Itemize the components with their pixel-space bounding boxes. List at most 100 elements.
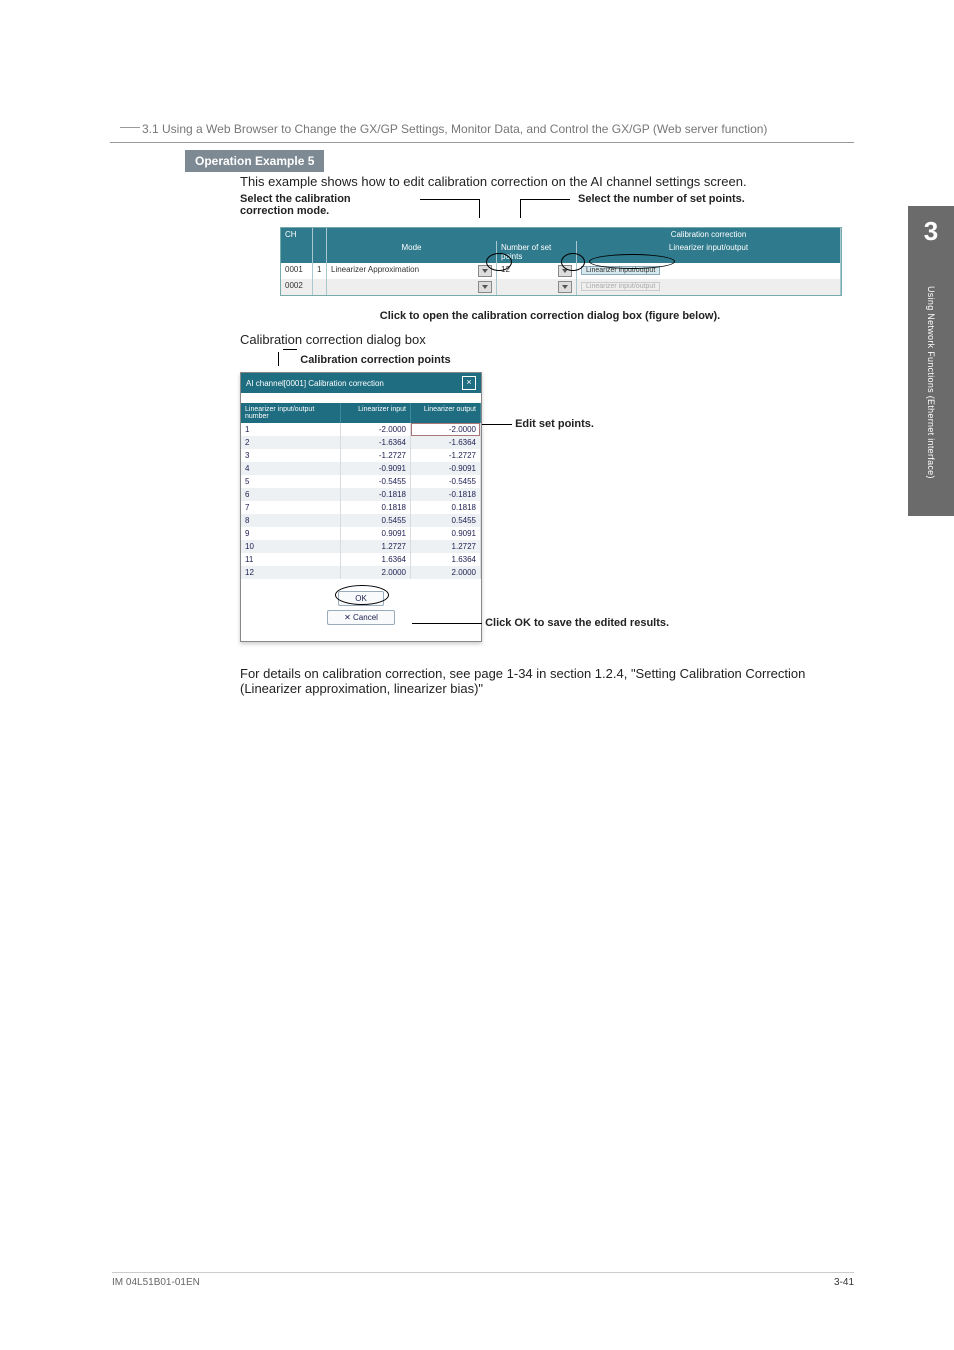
ok-button[interactable]: OK (338, 591, 384, 606)
dialog-row[interactable]: 6-0.1818-0.1818 (241, 488, 481, 501)
grid-cell-setpoints[interactable]: 12 (497, 263, 577, 279)
chapter-side-label: Using Network Functions (Ethernet interf… (926, 257, 936, 507)
dialog-row[interactable]: 5-0.5455-0.5455 (241, 475, 481, 488)
callout-calibration-mode-line1: Select the calibration (240, 193, 351, 205)
dialog-cell-input[interactable]: -0.5455 (341, 475, 411, 488)
callout-lead-line (520, 199, 570, 200)
intro-text: This example shows how to edit calibrati… (240, 174, 860, 189)
dropdown-icon[interactable] (478, 265, 492, 277)
dialog-cell-input[interactable]: 1.2727 (341, 540, 411, 553)
callout-click-ok-text: Click OK to save the edited results. (485, 617, 669, 629)
dialog-cell-number: 7 (241, 501, 341, 514)
dialog-cell-number: 4 (241, 462, 341, 475)
callout-click-ok: Click OK to save the edited results. (412, 617, 732, 629)
cancel-button[interactable]: ✕ Cancel (327, 610, 395, 625)
dialog-row[interactable]: 4-0.9091-0.9091 (241, 462, 481, 475)
dialog-caption: Calibration correction dialog box (240, 332, 860, 347)
dialog-cell-input[interactable]: 0.9091 (341, 527, 411, 540)
dialog-cell-output[interactable]: -0.5455 (411, 475, 481, 488)
cancel-button-label: Cancel (353, 613, 378, 622)
section-link[interactable]: 3.1 Using a Web Browser to Change the GX… (110, 122, 767, 136)
dialog-cell-input[interactable]: -1.2727 (341, 449, 411, 462)
callout-lead-line (420, 199, 480, 200)
dialog-row[interactable]: 90.90910.9091 (241, 527, 481, 540)
grid-header-lio: Linearizer input/output (577, 241, 841, 263)
dropdown-icon[interactable] (558, 265, 572, 277)
dialog-cell-number: 2 (241, 436, 341, 449)
dialog-cell-input[interactable]: 0.5455 (341, 514, 411, 527)
dialog-row[interactable]: 2-1.6364-1.6364 (241, 436, 481, 449)
callout-calibration-mode: Select the calibration correction mode. (240, 193, 420, 217)
dialog-cell-input[interactable]: -0.1818 (341, 488, 411, 501)
dialog-cell-number: 3 (241, 449, 341, 462)
dialog-row[interactable]: 122.00002.0000 (241, 566, 481, 579)
grid-header-mode: Mode (327, 241, 497, 263)
dialog-row[interactable]: 101.27271.2727 (241, 540, 481, 553)
footer-page-number: 3-41 (834, 1277, 854, 1288)
dialog-cell-output[interactable]: 0.9091 (411, 527, 481, 540)
grid-cell-ch: 0002 (281, 279, 313, 295)
linearizer-io-button-disabled: Linearizer input/output (581, 282, 660, 291)
dialog-title: AI channel[0001] Calibration correction (246, 379, 384, 388)
dropdown-icon[interactable] (478, 281, 492, 293)
dialog-cell-input[interactable]: 2.0000 (341, 566, 411, 579)
callout-calibration-points-label: Calibration correction points (300, 354, 450, 366)
ai-channel-settings-grid: CH Calibration correction Mode Number of… (280, 227, 842, 296)
linearizer-io-button[interactable]: Linearizer input/output (581, 266, 660, 275)
dialog-header-output: Linearizer output (411, 403, 481, 423)
dialog-cell-number: 5 (241, 475, 341, 488)
dialog-cell-input[interactable]: -2.0000 (341, 423, 411, 436)
dialog-cell-number: 11 (241, 553, 341, 566)
dialog-row[interactable]: 1-2.0000-2.0000 (241, 423, 481, 436)
grid-header-n (313, 228, 327, 263)
dialog-cell-input[interactable]: -0.9091 (341, 462, 411, 475)
grid-cell-n (313, 279, 327, 295)
dialog-cell-number: 8 (241, 514, 341, 527)
grid-cell-n: 1 (313, 263, 327, 279)
dialog-row[interactable]: 70.18180.1818 (241, 501, 481, 514)
dialog-cell-output[interactable]: 2.0000 (411, 566, 481, 579)
dialog-row[interactable]: 80.54550.5455 (241, 514, 481, 527)
dialog-cell-output[interactable]: -0.9091 (411, 462, 481, 475)
dialog-cell-output[interactable]: 0.5455 (411, 514, 481, 527)
callout-set-points: Select the number of set points. (578, 193, 808, 205)
dialog-cell-output[interactable]: 1.2727 (411, 540, 481, 553)
dropdown-icon[interactable] (558, 281, 572, 293)
dialog-cell-output[interactable]: -0.1818 (411, 488, 481, 501)
dialog-cell-output[interactable]: -2.0000 (411, 423, 481, 436)
dialog-cell-input[interactable]: 0.1818 (341, 501, 411, 514)
dialog-cell-number: 12 (241, 566, 341, 579)
dialog-cell-output[interactable]: 1.6364 (411, 553, 481, 566)
dialog-cell-number: 9 (241, 527, 341, 540)
grid-cell-mode[interactable]: Linearizer Approximation (327, 263, 497, 279)
grid-cell-mode-value: Linearizer Approximation (331, 265, 419, 274)
dialog-cell-number: 10 (241, 540, 341, 553)
dialog-cell-input[interactable]: 1.6364 (341, 553, 411, 566)
dialog-cell-output[interactable]: -1.2727 (411, 449, 481, 462)
footer-manual-id: IM 04L51B01-01EN (112, 1277, 200, 1288)
grid-header-setpoints: Number of set points (497, 241, 577, 263)
close-icon[interactable]: × (462, 376, 476, 390)
grid-cell-setpoints[interactable] (497, 279, 577, 295)
operation-example-heading: Operation Example 5 (185, 150, 324, 172)
dialog-cell-output[interactable]: -1.6364 (411, 436, 481, 449)
dialog-header-number: Linearizer input/output number (241, 403, 341, 423)
dialog-row[interactable]: 3-1.2727-1.2727 (241, 449, 481, 462)
grid-cell-mode[interactable] (327, 279, 497, 295)
grid-header-ch: CH (281, 228, 313, 263)
dialog-cell-number: 1 (241, 423, 341, 436)
grid-group-label: Calibration correction (577, 228, 841, 241)
chapter-number: 3 (908, 216, 954, 247)
dialog-cell-number: 6 (241, 488, 341, 501)
dialog-cell-output[interactable]: 0.1818 (411, 501, 481, 514)
grid-cell-lio[interactable]: Linearizer input/output (577, 263, 841, 279)
grid-cell-ch: 0001 (281, 263, 313, 279)
grid-cell-lio[interactable]: Linearizer input/output (577, 279, 841, 295)
callout-click-open-dialog: Click to open the calibration correction… (240, 310, 860, 322)
dialog-row[interactable]: 111.63641.6364 (241, 553, 481, 566)
chapter-thumb-tab: 3 Using Network Functions (Ethernet inte… (908, 206, 954, 516)
callout-calibration-mode-line2: correction mode. (240, 205, 329, 217)
dialog-cell-input[interactable]: -1.6364 (341, 436, 411, 449)
see-details-text: For details on calibration correction, s… (240, 666, 860, 696)
dialog-header-input: Linearizer input (341, 403, 411, 423)
